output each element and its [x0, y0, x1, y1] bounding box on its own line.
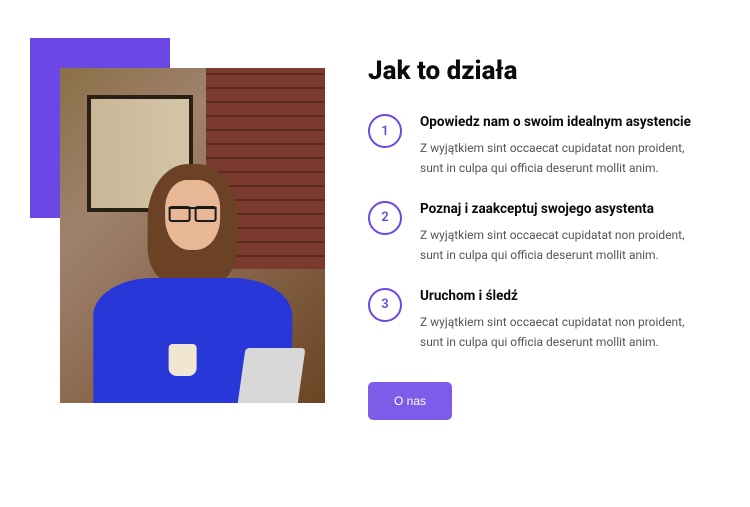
step-title: Poznaj i zaakceptuj swojego asystenta — [420, 201, 710, 217]
step-description: Z wyjątkiem sint occaecat cupidatat non … — [420, 312, 710, 353]
step-title: Opowiedz nam o swoim idealnym asystencie — [420, 114, 710, 130]
about-us-button[interactable]: O nas — [368, 382, 452, 420]
step-body: Uruchom i śledź Z wyjątkiem sint occaeca… — [420, 288, 710, 353]
step-number-badge: 1 — [368, 114, 402, 148]
step-title: Uruchom i śledź — [420, 288, 710, 304]
step-body: Opowiedz nam o swoim idealnym asystencie… — [420, 114, 710, 179]
step-description: Z wyjątkiem sint occaecat cupidatat non … — [420, 138, 710, 179]
content-column: Jak to działa 1 Opowiedz nam o swoim ide… — [368, 48, 710, 420]
steps-list: 1 Opowiedz nam o swoim idealnym asystenc… — [368, 114, 710, 352]
step-item: 2 Poznaj i zaakceptuj swojego asystenta … — [368, 201, 710, 266]
step-number-badge: 3 — [368, 288, 402, 322]
step-item: 1 Opowiedz nam o swoim idealnym asystenc… — [368, 114, 710, 179]
step-item: 3 Uruchom i śledź Z wyjątkiem sint occae… — [368, 288, 710, 353]
how-it-works-section: Jak to działa 1 Opowiedz nam o swoim ide… — [0, 0, 750, 468]
section-title: Jak to działa — [368, 56, 710, 86]
step-body: Poznaj i zaakceptuj swojego asystenta Z … — [420, 201, 710, 266]
image-column — [40, 48, 320, 403]
step-description: Z wyjątkiem sint occaecat cupidatat non … — [420, 225, 710, 266]
step-number-badge: 2 — [368, 201, 402, 235]
assistant-photo — [60, 68, 325, 403]
